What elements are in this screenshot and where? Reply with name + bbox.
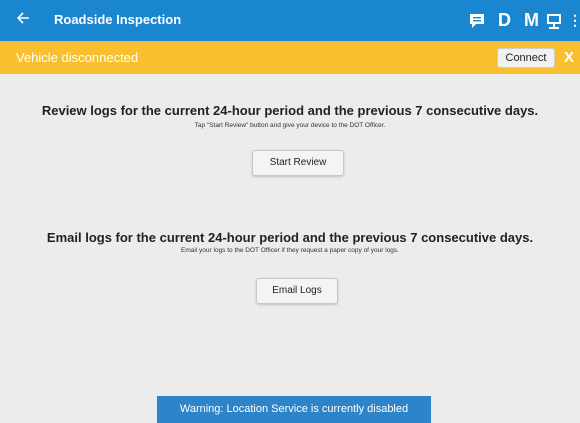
m-status-icon[interactable]: M [524, 9, 539, 31]
chat-icon[interactable] [468, 12, 486, 30]
connection-status-bar: Vehicle disconnected [0, 41, 580, 74]
app-bar: Roadside Inspection D M ⋮ [0, 0, 580, 41]
email-subtext: Email your logs to the DOT Officer if th… [181, 247, 399, 254]
start-review-button[interactable]: Start Review [252, 150, 344, 176]
connect-button[interactable]: Connect [497, 48, 555, 68]
location-warning-toast: Warning: Location Service is currently d… [157, 396, 431, 423]
email-heading: Email logs for the current 24-hour perio… [46, 230, 534, 245]
email-logs-button[interactable]: Email Logs [256, 278, 338, 304]
more-options-icon[interactable]: ⋮ [568, 11, 580, 29]
page-title: Roadside Inspection [54, 12, 182, 27]
review-subtext: Tap "Start Review" button and give your … [194, 122, 386, 129]
d-status-icon[interactable]: D [498, 9, 511, 31]
back-arrow-icon[interactable] [16, 11, 34, 29]
review-heading: Review logs for the current 24-hour peri… [41, 103, 539, 118]
connection-status-text: Vehicle disconnected [16, 50, 139, 65]
monitor-icon[interactable] [545, 12, 563, 30]
close-status-icon[interactable]: X [564, 49, 574, 66]
